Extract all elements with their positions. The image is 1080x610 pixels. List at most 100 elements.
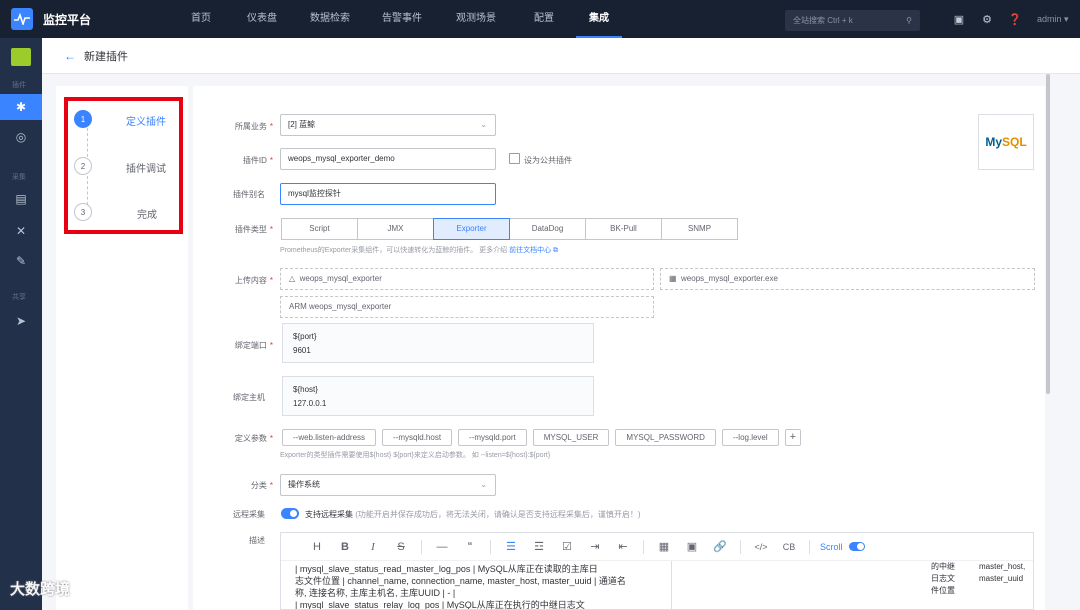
remote-switch[interactable] bbox=[281, 508, 299, 519]
plugin-id-input[interactable]: weops_mysql_exporter_demo bbox=[280, 148, 496, 170]
linux-icon: △ bbox=[289, 274, 296, 283]
type-hint: Prometheus的Exporter采集组件，可以快速转化为蓝鲸的插件。 更多… bbox=[280, 247, 559, 254]
host-value: 127.0.0.1 bbox=[293, 399, 327, 408]
plugin-icon[interactable]: ✱ bbox=[0, 94, 42, 120]
remote-text: 支持远程采集 (功能开启并保存成功后，将无法关闭，请确认是否支持远程采集后，谨慎… bbox=[305, 510, 641, 519]
param-tag[interactable]: --log.level bbox=[721, 429, 779, 446]
page-title: 新建插件 bbox=[84, 50, 128, 63]
external-link-icon: ⧉ bbox=[551, 247, 559, 254]
back-arrow-icon[interactable]: ← bbox=[64, 49, 76, 63]
collect-icon[interactable]: ▤ bbox=[0, 186, 42, 212]
target-icon[interactable]: ◎ bbox=[0, 124, 42, 150]
heading-icon[interactable]: H bbox=[303, 541, 331, 553]
nav-scenes[interactable]: 观测场景 bbox=[454, 0, 498, 38]
ordered-list-icon[interactable]: ☲ bbox=[525, 540, 553, 553]
bold-icon[interactable]: B bbox=[331, 541, 359, 553]
param-tag[interactable]: --web.listen-address bbox=[282, 429, 377, 446]
category-select[interactable]: 操作系统 ⌄ bbox=[280, 474, 496, 496]
user-menu[interactable]: admin ▾ bbox=[1037, 14, 1069, 25]
scroll-sync-switch[interactable] bbox=[848, 542, 865, 551]
app-title: 监控平台 bbox=[43, 12, 92, 27]
param-tag[interactable]: --mysqld.port bbox=[458, 429, 527, 446]
quote-icon[interactable]: “ bbox=[456, 541, 484, 552]
help-icon[interactable]: ❓ bbox=[1001, 13, 1029, 26]
outdent-icon[interactable]: ⇤ bbox=[609, 540, 637, 553]
brand[interactable]: 监控平台 bbox=[0, 0, 190, 38]
mysql-logo: My SQL bbox=[978, 114, 1034, 170]
tools-icon[interactable]: ✕ bbox=[0, 218, 42, 244]
type-snmp[interactable]: SNMP bbox=[661, 218, 738, 240]
nav-config[interactable]: 配置 bbox=[532, 0, 556, 38]
chevron-down-icon: ⌄ bbox=[480, 480, 487, 489]
indent-icon[interactable]: ⇥ bbox=[581, 540, 609, 553]
host-box[interactable]: ${host} 127.0.0.1 bbox=[282, 376, 594, 416]
global-search-input[interactable]: 全站搜索 Ctrl + k ⚲ bbox=[785, 10, 920, 31]
markdown-editor[interactable]: H B I S — “ ☰ ☲ ☑ ⇥ ⇤ ▦ ▣ 🔗 </> CB Scrol… bbox=[280, 532, 1034, 610]
gear-icon[interactable]: ⚙ bbox=[973, 13, 1001, 26]
docs-link[interactable]: 前往文档中心 bbox=[509, 247, 551, 254]
scroll-sync-label: Scroll bbox=[820, 541, 843, 552]
search-placeholder: 全站搜索 Ctrl + k bbox=[793, 16, 853, 25]
category-label: 分类 * bbox=[250, 481, 273, 490]
nav-integration[interactable]: 集成 bbox=[576, 0, 622, 38]
checklist-icon[interactable]: ☑ bbox=[553, 540, 581, 553]
param-tag[interactable]: --mysqld.host bbox=[382, 429, 453, 446]
italic-icon[interactable]: I bbox=[359, 541, 387, 553]
toolbar-divider bbox=[740, 539, 741, 554]
public-plugin-checkbox[interactable] bbox=[509, 153, 520, 164]
page-scrollbar[interactable] bbox=[1046, 74, 1050, 394]
editor-line: 称, 连接名称, 主库主机名, 主库UUID | - | bbox=[295, 588, 456, 598]
type-script[interactable]: Script bbox=[281, 218, 358, 240]
editor-line: | mysql_slave_status_relay_log_pos | MyS… bbox=[295, 600, 585, 610]
type-exporter[interactable]: Exporter bbox=[433, 218, 510, 240]
editor-line: | mysql_slave_status_read_master_log_pos… bbox=[295, 564, 598, 574]
upload-linux[interactable]: △ weops_mysql_exporter bbox=[280, 268, 654, 290]
upload-windows[interactable]: ▦ weops_mysql_exporter.exe bbox=[660, 268, 1035, 290]
param-tag[interactable]: MYSQL_PASSWORD bbox=[615, 429, 716, 446]
upload-label: 上传内容 * bbox=[234, 276, 273, 285]
rail-label-collect: 采集 bbox=[12, 174, 26, 181]
monitor-logo-icon bbox=[11, 8, 33, 30]
upload-arm[interactable]: ARM weops_mysql_exporter bbox=[280, 296, 654, 318]
editor-divider bbox=[671, 561, 672, 609]
type-bk-pull[interactable]: BK-Pull bbox=[585, 218, 662, 240]
windows-file: weops_mysql_exporter.exe bbox=[681, 274, 778, 283]
fullscreen-icon[interactable]: ▣ bbox=[945, 13, 973, 26]
preview-line: 的中继 bbox=[931, 562, 955, 571]
business-select[interactable]: [2] 蓝鲸 ⌄ bbox=[280, 114, 496, 136]
add-param-button[interactable]: + bbox=[784, 429, 802, 446]
type-datadog[interactable]: DataDog bbox=[509, 218, 586, 240]
preview-column: 的中继 日志文 件位置 bbox=[931, 561, 955, 597]
strikethrough-icon[interactable]: S bbox=[387, 541, 415, 553]
table-icon[interactable]: ▦ bbox=[650, 540, 678, 553]
port-variable: ${port} bbox=[293, 332, 317, 341]
toolbar-divider bbox=[421, 539, 422, 554]
param-tag[interactable]: MYSQL_USER bbox=[532, 429, 610, 446]
preview-line: master_uuid bbox=[979, 574, 1024, 583]
chart-icon[interactable]: ✎ bbox=[0, 248, 42, 274]
nav-home[interactable]: 首页 bbox=[189, 0, 213, 38]
port-box[interactable]: ${port} 9601 bbox=[282, 323, 594, 363]
nav-dashboard[interactable]: 仪表盘 bbox=[244, 0, 280, 38]
editor-text[interactable]: | mysql_slave_status_read_master_log_pos… bbox=[295, 563, 655, 610]
code-icon[interactable]: </> bbox=[747, 542, 775, 552]
watermark: 大数跨境 bbox=[10, 581, 71, 598]
nav-data-search[interactable]: 数据检索 bbox=[308, 0, 352, 38]
category-value: 操作系统 bbox=[288, 480, 320, 489]
alias-input[interactable]: mysql监控探针 bbox=[280, 183, 496, 205]
type-jmx[interactable]: JMX bbox=[357, 218, 434, 240]
link-icon[interactable]: 🔗 bbox=[706, 540, 734, 553]
left-rail: 插件 ✱ ◎ 采集 ▤ ✕ ✎ 共享 ➤ bbox=[0, 38, 42, 610]
toolbar-divider bbox=[809, 539, 810, 554]
nav-alarm-events[interactable]: 告警事件 bbox=[380, 0, 424, 38]
code-block-icon[interactable]: CB bbox=[775, 542, 803, 552]
share-icon[interactable]: ➤ bbox=[0, 308, 42, 334]
preview-line: 件位置 bbox=[931, 586, 955, 595]
horizontal-rule-icon[interactable]: — bbox=[428, 541, 456, 553]
bullet-list-icon[interactable]: ☰ bbox=[497, 540, 525, 553]
params-tags: --web.listen-address --mysqld.host --mys… bbox=[282, 429, 807, 446]
params-label: 定义参数 * bbox=[234, 434, 273, 443]
image-icon[interactable]: ▣ bbox=[678, 540, 706, 553]
menu-toggle-icon[interactable] bbox=[11, 48, 31, 66]
plugin-id-label: 插件ID * bbox=[242, 156, 273, 165]
